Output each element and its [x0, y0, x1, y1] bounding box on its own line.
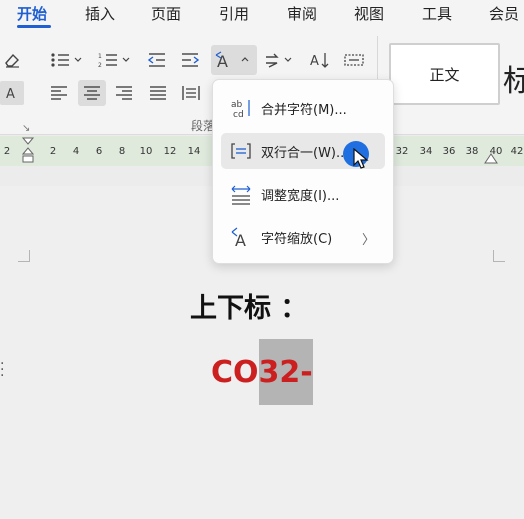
tab-references[interactable]: 引用 [219, 3, 249, 24]
svg-text:cd: cd [233, 110, 244, 119]
svg-text:A: A [217, 52, 228, 70]
tab-insert[interactable]: 插入 [85, 3, 115, 24]
show-hide-marks-icon[interactable] [341, 48, 367, 72]
text-direction-button[interactable] [262, 48, 298, 72]
submenu-arrow-icon: 〉 [361, 233, 375, 248]
dialog-launcher-icon[interactable]: ↘ [22, 123, 30, 134]
tab-view[interactable]: 视图 [354, 3, 384, 24]
ruler-tick: 34 [419, 146, 433, 157]
tab-tools[interactable]: 工具 [422, 3, 452, 24]
ruler-tick: 2 [3, 146, 11, 157]
align-right-icon[interactable] [111, 81, 137, 105]
right-indent-marker-icon[interactable] [484, 150, 498, 169]
tab-home[interactable]: 开始 [17, 3, 47, 24]
menu-item-label: 双行合一(W)... [261, 145, 349, 161]
tab-member[interactable]: 会员 [489, 3, 519, 24]
svg-text:A: A [235, 231, 246, 248]
svg-text:ab: ab [231, 100, 243, 110]
ruler-tick: 2 [49, 146, 57, 157]
ruler-tick: 14 [187, 146, 201, 157]
tab-page[interactable]: 页面 [151, 3, 181, 24]
menu-bar: 开始 插入 页面 引用 审阅 视图 工具 会员 [0, 0, 524, 28]
menu-item-combine-characters[interactable]: ab cd 合并字符(M)... [221, 90, 385, 126]
style-next-preview[interactable]: 标 [503, 56, 524, 100]
mouse-pointer-icon [353, 147, 369, 174]
sort-icon[interactable]: A [307, 48, 333, 72]
indent-marker-icon[interactable] [21, 136, 35, 166]
margin-corner-mark [493, 250, 505, 262]
ruler-tick: 10 [139, 146, 153, 157]
menu-item-adjust-width[interactable]: 调整宽度(I)... [221, 176, 385, 212]
decrease-indent-icon[interactable] [144, 48, 170, 72]
numbered-list-button[interactable]: 12 [96, 48, 134, 72]
chinese-layout-button[interactable]: A [211, 45, 257, 75]
menu-item-label: 合并字符(M)... [261, 102, 347, 118]
formula-selected-text[interactable]: 32- [258, 339, 313, 405]
two-lines-in-one-icon [229, 139, 253, 163]
character-scale-icon: A [229, 225, 253, 249]
margin-corner-mark [18, 250, 30, 262]
svg-text:2: 2 [98, 62, 102, 69]
character-shading-icon[interactable]: A [0, 81, 24, 105]
ruler-tick: 38 [465, 146, 479, 157]
ruler-tick: 4 [72, 146, 80, 157]
formula-plain-text[interactable]: CO [211, 355, 259, 390]
document-heading[interactable]: 上下标 ： [190, 286, 307, 325]
menu-item-label: 字符缩放(C) [261, 231, 333, 247]
ruler-tick: 32 [395, 146, 409, 157]
svg-text:A: A [6, 87, 15, 101]
align-left-icon[interactable] [46, 81, 72, 105]
ruler-tick: 6 [95, 146, 103, 157]
adjust-width-icon [229, 182, 253, 206]
justify-icon[interactable] [145, 81, 171, 105]
eraser-icon[interactable] [0, 48, 24, 72]
more-dots-icon: · · · [0, 356, 5, 384]
tab-review[interactable]: 审阅 [287, 3, 317, 24]
style-normal-button[interactable]: 正文 [389, 43, 500, 105]
svg-text:A: A [310, 54, 319, 69]
bullet-list-button[interactable] [48, 48, 86, 72]
svg-text:1: 1 [98, 53, 102, 60]
combine-characters-icon: ab cd [229, 96, 253, 120]
ruler-tick: 42 [510, 146, 524, 157]
menu-item-character-scale[interactable]: A 字符缩放(C) 〉 [221, 219, 385, 255]
increase-indent-icon[interactable] [177, 48, 203, 72]
menu-item-label: 调整宽度(I)... [261, 188, 340, 204]
distributed-align-icon[interactable] [178, 81, 204, 105]
ruler-tick: 36 [442, 146, 456, 157]
ruler-tick: 8 [118, 146, 126, 157]
formula-text[interactable]: CO 32- [211, 339, 313, 405]
align-center-icon[interactable] [78, 80, 106, 106]
ruler-tick: 12 [163, 146, 177, 157]
